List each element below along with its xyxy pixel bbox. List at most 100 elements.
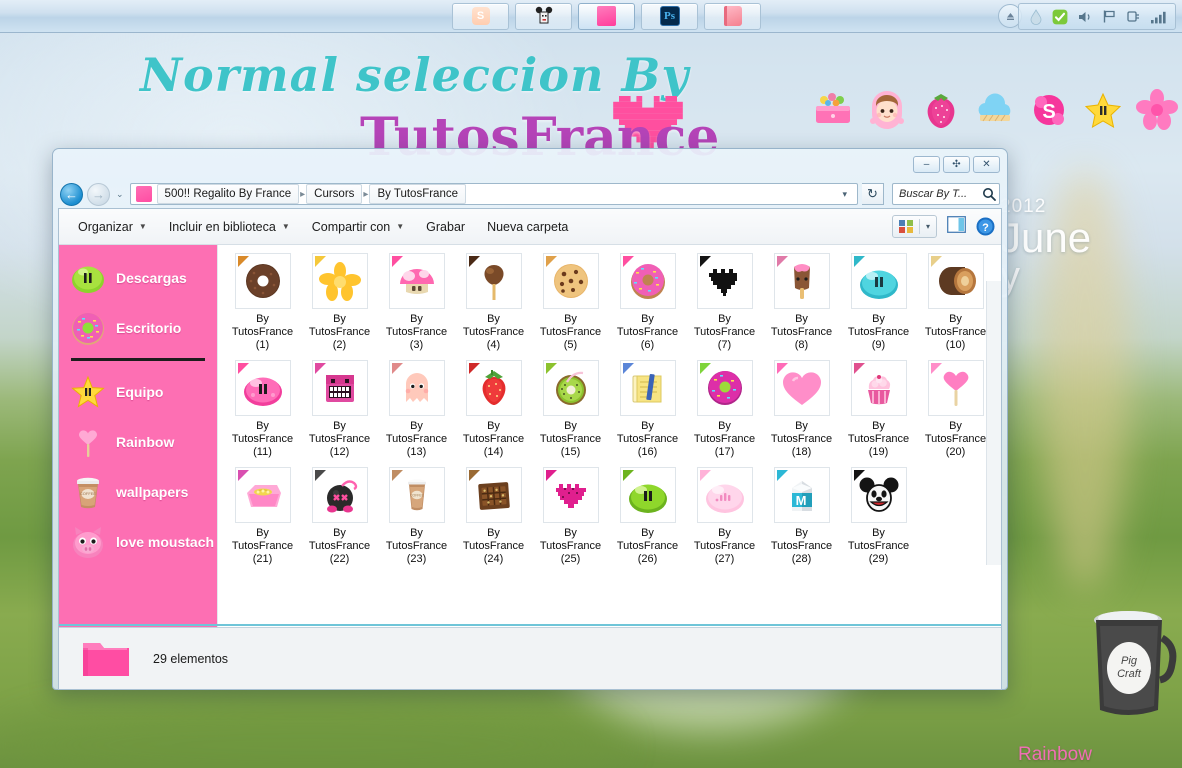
file-tile[interactable]: By TutosFrance (1) — [224, 253, 301, 352]
file-label: By TutosFrance (28) — [770, 527, 833, 565]
file-label: By TutosFrance (6) — [616, 313, 679, 351]
taskbar-button-explorer[interactable] — [578, 2, 635, 30]
file-tile[interactable]: By TutosFrance (13) — [378, 360, 455, 459]
file-tile[interactable]: By TutosFrance (8) — [763, 253, 840, 352]
command-toolbar[interactable]: Organizar ▼ Incluir en biblioteca ▼ Comp… — [59, 209, 1001, 245]
toolbar-item-nueva-carpeta[interactable]: Nueva carpeta — [476, 215, 579, 239]
file-tile[interactable]: By TutosFrance (24) — [455, 467, 532, 566]
refresh-button[interactable]: ↻ — [862, 183, 884, 205]
file-tile[interactable]: By TutosFrance (10) — [917, 253, 994, 352]
file-tile[interactable]: By TutosFrance (15) — [532, 360, 609, 459]
breadcrumb-item-2[interactable]: By TutosFrance — [369, 184, 466, 204]
file-tile[interactable]: By TutosFrance (5) — [532, 253, 609, 352]
file-thumbnail — [311, 253, 368, 309]
file-tile[interactable]: By TutosFrance (17) — [686, 360, 763, 459]
file-tile[interactable]: By TutosFrance (21) — [224, 467, 301, 566]
speaker-icon[interactable] — [1077, 10, 1093, 24]
photoshop-icon: Ps — [659, 6, 680, 26]
forward-button[interactable]: → — [87, 182, 110, 206]
file-tile[interactable]: By TutosFrance (4) — [455, 253, 532, 352]
chevron-down-icon[interactable]: ▾ — [834, 189, 855, 200]
dock-item-flower[interactable] — [1134, 86, 1180, 132]
close-button[interactable]: ✕ — [973, 156, 1000, 173]
file-grid[interactable]: By TutosFrance (1) By TutosFrance (2) By T… — [224, 253, 1001, 574]
water-drop-icon[interactable] — [1029, 8, 1043, 25]
navigation-sidebar[interactable]: Descargas Escritorio Equipo Rainbow COFF… — [59, 245, 217, 627]
sidebar-item-rainbow[interactable]: Rainbow — [59, 417, 217, 467]
dock-item-girl[interactable] — [864, 86, 910, 132]
view-options-caret[interactable]: ▾ — [918, 219, 936, 234]
breadcrumb-item-0[interactable]: 500!! Regalito By France — [156, 184, 300, 204]
taskbar-buttons[interactable]: S Ps — [452, 2, 761, 30]
search-icon[interactable] — [982, 187, 996, 201]
cursor-overlay-corner-icon — [699, 256, 711, 267]
file-tile[interactable]: By TutosFrance (20) — [917, 360, 994, 459]
toolbar-label-compartir: Compartir con — [311, 219, 391, 234]
signal-bars-icon[interactable] — [1150, 10, 1167, 24]
file-tile[interactable]: M By TutosFrance (28) — [763, 467, 840, 566]
desktop-dock[interactable]: S — [810, 70, 1182, 132]
file-tile[interactable]: By TutosFrance (27) — [686, 467, 763, 566]
preview-pane-button[interactable] — [943, 213, 970, 241]
cursor-overlay-corner-icon — [314, 363, 326, 374]
toolbar-right-group[interactable]: ▾ ? — [891, 213, 995, 241]
file-tile[interactable]: By TutosFrance (11) — [224, 360, 301, 459]
file-tile[interactable]: By TutosFrance (16) — [609, 360, 686, 459]
help-button[interactable]: ? — [976, 217, 995, 236]
file-thumbnail: M — [773, 467, 830, 523]
search-input[interactable]: Buscar By T... — [892, 183, 1000, 205]
maximize-button[interactable]: ✣ — [943, 156, 970, 173]
window-controls[interactable]: – ✣ ✕ — [913, 156, 1000, 173]
file-tile[interactable]: By TutosFrance (14) — [455, 360, 532, 459]
sidebar-item-wallpapers[interactable]: COFFEE wallpapers — [59, 467, 217, 517]
dock-item-toybox[interactable] — [810, 86, 856, 132]
file-tile[interactable]: By TutosFrance (6) — [609, 253, 686, 352]
explorer-window[interactable]: – ✣ ✕ ← → ⌄ 500!! Regalito By France ▸ C… — [52, 148, 1008, 690]
file-tile[interactable]: By TutosFrance (7) — [686, 253, 763, 352]
dock-item-skype[interactable]: S — [1026, 86, 1072, 132]
toolbar-item-compartir-con[interactable]: Compartir con ▼ — [301, 215, 415, 239]
file-tile[interactable]: By TutosFrance (26) — [609, 467, 686, 566]
file-tile[interactable]: By TutosFrance (22) — [301, 467, 378, 566]
back-button[interactable]: ← — [60, 182, 83, 206]
dock-item-strawberry[interactable] — [918, 86, 964, 132]
minimize-button[interactable]: – — [913, 156, 940, 173]
toolbar-item-incluir-en-biblioteca[interactable]: Incluir en biblioteca ▼ — [158, 215, 301, 239]
window-titlebar[interactable]: – ✣ ✕ — [58, 154, 1002, 180]
vertical-scrollbar[interactable] — [986, 281, 1001, 565]
file-tile[interactable]: By TutosFrance (25) — [532, 467, 609, 566]
sidebar-item-love-moustach[interactable]: love moustach — [59, 517, 217, 567]
sidebar-item-descargas[interactable]: Descargas — [59, 253, 217, 303]
taskbar[interactable]: S Ps — [0, 0, 1182, 33]
green-jelly-icon — [72, 266, 104, 293]
taskbar-button-app1[interactable]: S — [452, 2, 509, 30]
plug-icon[interactable] — [1126, 9, 1141, 24]
view-options-button[interactable]: ▾ — [891, 215, 937, 238]
file-tile[interactable]: By TutosFrance (9) — [840, 253, 917, 352]
sidebar-item-escritorio[interactable]: Escritorio — [59, 303, 217, 353]
file-tile[interactable]: By TutosFrance (19) — [840, 360, 917, 459]
dock-item-star[interactable] — [1080, 86, 1126, 132]
file-tile[interactable]: By TutosFrance (18) — [763, 360, 840, 459]
taskbar-button-app5[interactable] — [704, 2, 761, 30]
green-check-icon[interactable] — [1052, 9, 1068, 25]
toolbar-item-grabar[interactable]: Grabar — [415, 215, 476, 239]
sidebar-item-equipo[interactable]: Equipo — [59, 367, 217, 417]
toolbar-item-organizar[interactable]: Organizar ▼ — [67, 215, 158, 239]
dock-item-cloud[interactable] — [972, 86, 1018, 132]
file-tile[interactable]: COFFEE By TutosFrance (23) — [378, 467, 455, 566]
recent-pages-button[interactable]: ⌄ — [114, 189, 126, 200]
file-grid-pane[interactable]: By TutosFrance (1) By TutosFrance (2) By T… — [217, 245, 1001, 627]
breadcrumb-item-1[interactable]: Cursors — [306, 184, 363, 204]
file-tile[interactable]: By TutosFrance (12) — [301, 360, 378, 459]
taskbar-button-photoshop[interactable]: Ps — [641, 2, 698, 30]
file-tile[interactable]: By TutosFrance (3) — [378, 253, 455, 352]
address-bar-row[interactable]: ← → ⌄ 500!! Regalito By France ▸ Cursors… — [58, 180, 1002, 208]
chevron-down-icon: ▼ — [138, 222, 147, 231]
flag-icon[interactable] — [1102, 9, 1117, 24]
file-tile[interactable]: By TutosFrance (29) — [840, 467, 917, 566]
file-tile[interactable]: By TutosFrance (2) — [301, 253, 378, 352]
taskbar-button-app2[interactable] — [515, 2, 572, 30]
breadcrumb[interactable]: 500!! Regalito By France ▸ Cursors ▸ By … — [129, 183, 858, 205]
system-tray[interactable] — [1018, 3, 1176, 30]
